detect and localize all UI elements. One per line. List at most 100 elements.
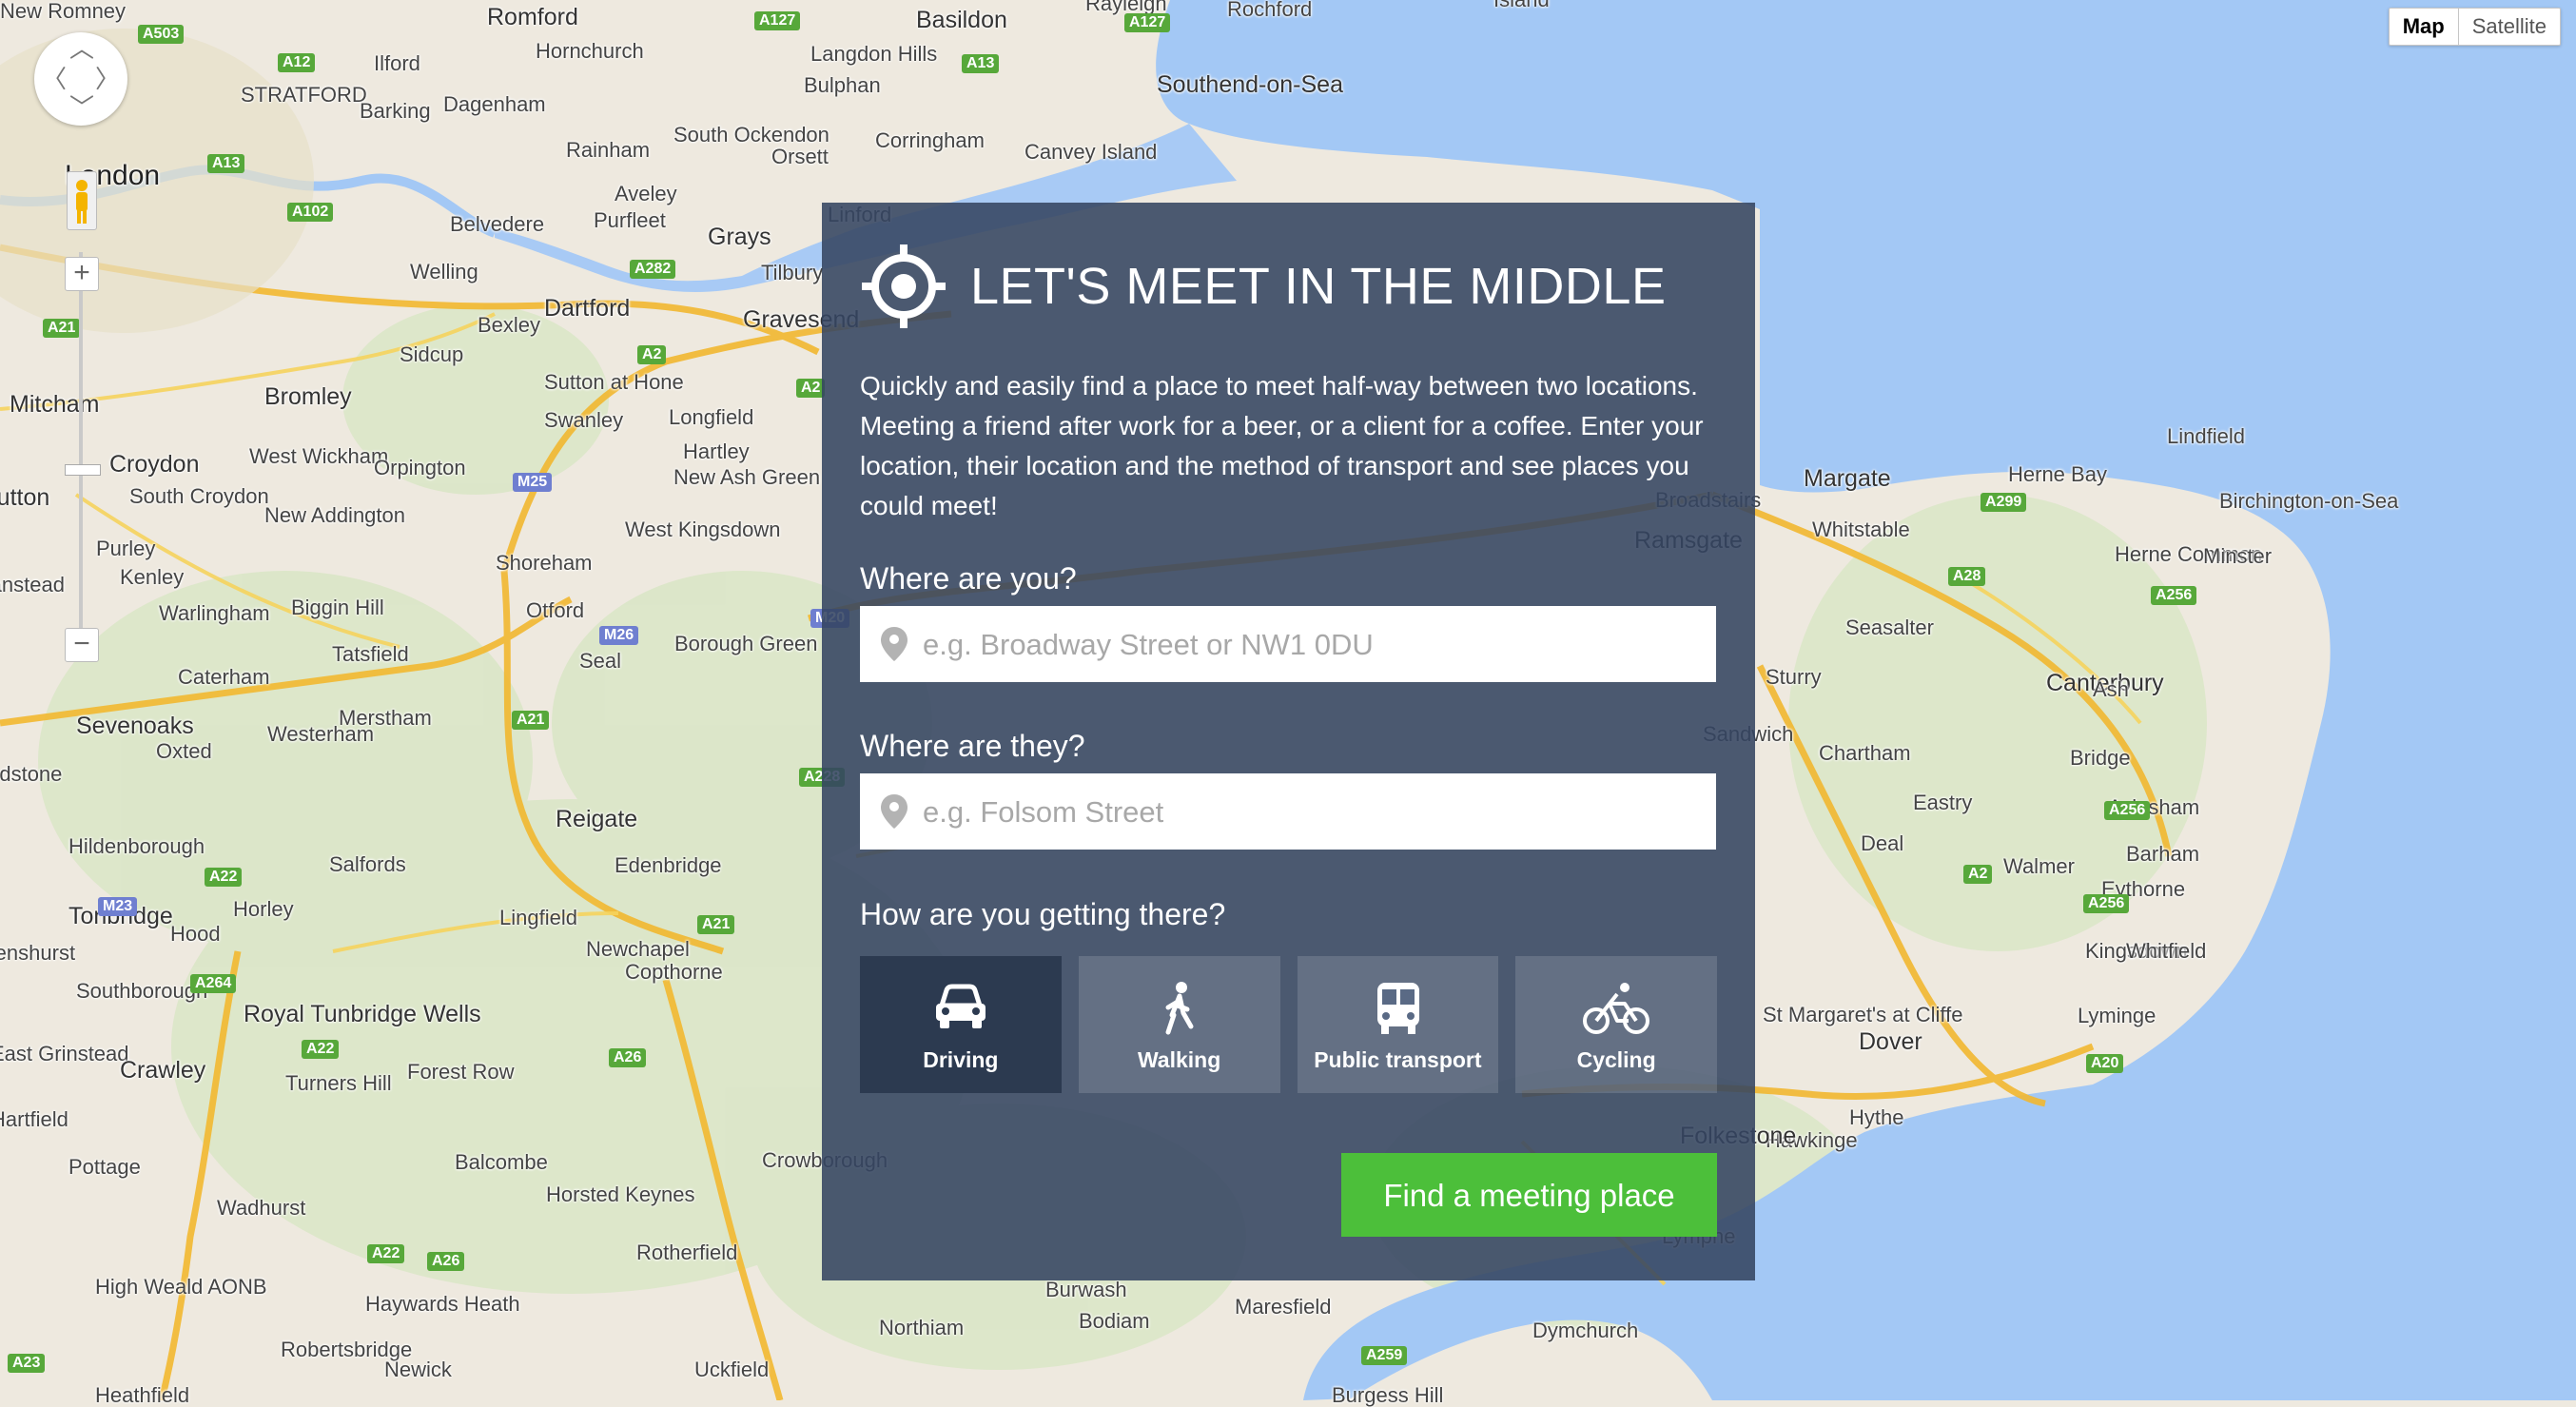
map-place-label: Bromley: [264, 383, 352, 410]
map-place-label: Horley: [233, 897, 294, 921]
map-place-label: Deal: [1861, 831, 1904, 855]
road-shield: A13: [207, 154, 245, 173]
map-place-label: Belvedere: [450, 212, 545, 236]
road-shield: A259: [1361, 1346, 1408, 1365]
map-place-label: Barking: [360, 99, 431, 123]
transport-mode-walking[interactable]: Walking: [1078, 956, 1280, 1093]
map-place-label: Welling: [410, 260, 478, 283]
find-meeting-place-button[interactable]: Find a meeting place: [1341, 1153, 1717, 1237]
map-place-label: Whitstable: [1812, 518, 1910, 541]
map-place-label: Ash: [2093, 677, 2129, 701]
map-place-label: Hildenborough: [68, 834, 205, 858]
map-place-label: New Romney: [0, 0, 127, 23]
map-place-label: West Wickham: [249, 444, 389, 468]
crosshair-target-icon: [862, 244, 946, 328]
map-place-label: West Kingsdown: [625, 518, 781, 541]
map-place-label: Biggin Hill: [291, 596, 384, 619]
map-place-label: Croydon: [109, 451, 200, 478]
road-shield: A102: [287, 203, 334, 222]
road-shield: A282: [630, 260, 676, 279]
map-place-label: Hartfield: [0, 1107, 68, 1131]
map-place-label: STRATFORD: [241, 83, 367, 107]
map-place-label: Hartley: [683, 440, 750, 463]
map-place-label: Bridge: [2070, 746, 2131, 770]
map-place-label: Seasalter: [1845, 616, 1934, 639]
your-location-field[interactable]: [860, 606, 1716, 684]
map-place-label: Otford: [526, 598, 585, 622]
map-type-control: Map Satellite: [2388, 8, 2561, 46]
zoom-out-button[interactable]: −: [65, 628, 99, 662]
road-shield: A127: [754, 11, 801, 30]
map-place-label: Hornchurch: [536, 39, 644, 63]
map-place-label: Heathfield: [95, 1383, 190, 1407]
map-place-label: Balcombe: [455, 1150, 548, 1174]
map-place-label: Royal Tunbridge Wells: [244, 1001, 481, 1027]
location-pin-icon: [881, 627, 907, 661]
map-place-label: Purley: [96, 537, 156, 560]
road-shield: A2: [796, 379, 826, 398]
car-icon: [936, 984, 986, 1028]
road-shield: A12: [278, 53, 316, 72]
intro-text: Quickly and easily find a place to meet …: [860, 371, 1704, 520]
pan-down-icon[interactable]: ﹀: [69, 95, 94, 120]
pan-up-icon[interactable]: ︿: [69, 36, 94, 61]
street-view-pegman-icon[interactable]: [67, 171, 97, 230]
map-place-label: Langdon Hills: [810, 42, 938, 66]
map-place-label: Dymchurch: [1532, 1319, 1639, 1342]
map-place-label: Sturry: [1766, 665, 1822, 689]
their-location-field[interactable]: [860, 773, 1716, 851]
map-type-satellite-button[interactable]: Satellite: [2459, 9, 2560, 45]
road-shield: A127: [1124, 13, 1171, 32]
map-place-label: Borough Green: [674, 632, 818, 655]
map-place-label: Whitfield: [2126, 939, 2207, 963]
map-place-label: Rainham: [566, 138, 651, 162]
road-shield: M23: [98, 897, 138, 916]
map-place-label: Dover: [1859, 1028, 1922, 1055]
map-place-label: Horsted Keynes: [546, 1182, 695, 1206]
map-place-label: Oxted: [156, 739, 212, 763]
pan-right-icon[interactable]: 〉: [95, 67, 120, 91]
pan-control[interactable]: ︿ 〈 〉 ﹀: [34, 32, 127, 126]
map-place-label: Romford: [487, 4, 578, 30]
map-place-label: Bodiam: [1079, 1309, 1150, 1333]
bicycle-icon: [1583, 983, 1650, 1034]
zoom-slider-track[interactable]: [79, 252, 83, 652]
transport-mode-public-transport[interactable]: Public transport: [1297, 956, 1499, 1093]
map-place-label: South Ockendon: [673, 123, 829, 147]
map-place-label: Kenley: [120, 565, 185, 589]
walking-icon: [1165, 982, 1194, 1035]
road-shield: A22: [302, 1040, 340, 1059]
map-place-label: Banstead: [0, 573, 65, 596]
your-location-input[interactable]: [921, 606, 1705, 684]
map-place-label: Salfords: [329, 852, 406, 876]
pan-left-icon[interactable]: 〈: [42, 67, 67, 91]
map-place-label: High Weald AONB: [95, 1275, 267, 1299]
map-place-label: Forest Row: [407, 1060, 515, 1084]
map-place-label: Reigate: [556, 806, 638, 832]
map-place-label: Lyminge: [2078, 1004, 2156, 1027]
transport-mode-driving[interactable]: Driving: [860, 956, 1062, 1093]
map-place-label: Southend-on-Sea: [1157, 71, 1343, 98]
map-type-map-button[interactable]: Map: [2390, 9, 2459, 45]
page-title: LET'S MEET IN THE MIDDLE: [970, 258, 1667, 315]
map-place-label: Hythe: [1849, 1105, 1904, 1129]
map-place-label: Shoreham: [496, 551, 593, 575]
zoom-slider-handle[interactable]: [65, 464, 101, 476]
map-place-label: Sevenoaks: [76, 713, 194, 739]
their-location-input[interactable]: [921, 773, 1705, 851]
map-place-label: South Croydon: [129, 484, 269, 508]
zoom-in-button[interactable]: +: [65, 257, 99, 291]
map-place-label: Grays: [708, 224, 771, 250]
road-shield: M26: [599, 626, 639, 645]
mode-label: Cycling: [1576, 1047, 1656, 1072]
mode-label: Public transport: [1314, 1047, 1482, 1072]
map-place-label: Uckfield: [694, 1358, 770, 1381]
road-shield: M25: [513, 473, 553, 492]
map-place-label: Maresfield: [1235, 1295, 1332, 1319]
meet-in-middle-panel: LET'S MEET IN THE MIDDLE Quickly and eas…: [822, 203, 1755, 1280]
map-place-label: Minster: [2203, 544, 2273, 568]
map-place-label: Tatsfield: [332, 642, 409, 666]
map-place-label: Eastry: [1913, 791, 1973, 814]
transport-mode-cycling[interactable]: Cycling: [1515, 956, 1717, 1093]
road-shield: A2: [637, 345, 667, 364]
